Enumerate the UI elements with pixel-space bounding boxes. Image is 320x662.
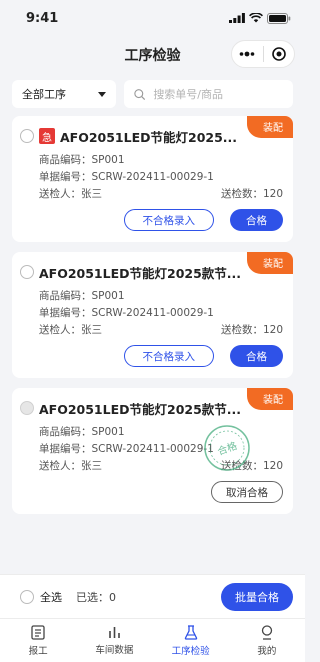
select-all-label: 全选 bbox=[40, 590, 62, 604]
product-code: 商品编码：SP001 bbox=[39, 290, 125, 302]
tab-label: 我的 bbox=[257, 645, 277, 657]
urgent-badge: 急 bbox=[39, 128, 55, 144]
bar-chart-icon bbox=[109, 627, 120, 638]
process-tag: 装配 bbox=[247, 388, 293, 410]
product-title: AFO2051LED节能灯2025款节... bbox=[39, 265, 242, 281]
qualified-stamp-icon: 合格 bbox=[204, 425, 250, 471]
doc-number: 单据编号：SCRW-202411-00029-1 bbox=[39, 307, 214, 319]
cancel-qualified-button[interactable]: 取消合格 bbox=[211, 481, 283, 503]
card-title-row: AFO2051LED节能灯2025款节... bbox=[20, 398, 283, 418]
card-actions: 不合格录入 合格 bbox=[20, 209, 283, 231]
card-actions: 取消合格 bbox=[20, 481, 283, 503]
card-title-row: 急 AFO2051LED节能灯2025... bbox=[20, 126, 283, 146]
stamp-text: 合格 bbox=[216, 439, 239, 458]
close-button[interactable] bbox=[264, 41, 295, 67]
nav-bar: 工序检验 bbox=[0, 36, 305, 74]
inspector: 送检人：张三 bbox=[39, 324, 102, 336]
inspect-qty: 送检数：120 bbox=[220, 324, 283, 336]
product-code: 商品编码：SP001 bbox=[39, 154, 125, 166]
search-icon bbox=[134, 88, 146, 100]
search-input[interactable] bbox=[153, 87, 283, 101]
more-dots-icon bbox=[239, 51, 255, 57]
target-close-icon bbox=[271, 47, 286, 61]
select-all-radio[interactable] bbox=[20, 589, 34, 604]
card-title-row: AFO2051LED节能灯2025款节... bbox=[20, 262, 283, 282]
tab-label: 工序检验 bbox=[171, 645, 210, 657]
card-actions: 不合格录入 合格 bbox=[20, 345, 283, 367]
inspector: 送检人：张三 bbox=[39, 460, 102, 472]
batch-qualified-button[interactable]: 批量合格 bbox=[221, 582, 293, 611]
inspector: 送检人：张三 bbox=[39, 188, 102, 200]
filter-row: 全部工序 bbox=[0, 74, 305, 110]
tab-label: 车间数据 bbox=[95, 645, 134, 656]
search-box[interactable] bbox=[124, 80, 293, 108]
select-all[interactable]: 全选 bbox=[20, 589, 62, 605]
bottom-action-bar: 全选 已选：0 批量合格 bbox=[0, 574, 305, 618]
tab-report[interactable]: 报工 bbox=[0, 619, 76, 662]
inspection-list: 装配 急 AFO2051LED节能灯2025... 商品编码：SP001 单据编… bbox=[0, 110, 305, 514]
inspection-card: 装配 AFO2051LED节能灯2025款节... 商品编码：SP001 单据编… bbox=[12, 252, 293, 378]
inspect-qty: 送检数：120 bbox=[220, 188, 283, 200]
tab-bar: 报工 车间数据 工序检验 我的 bbox=[0, 618, 305, 662]
qualified-button[interactable]: 合格 bbox=[230, 209, 283, 231]
report-icon bbox=[31, 624, 45, 640]
signal-icon bbox=[229, 13, 245, 23]
tab-mine[interactable]: 我的 bbox=[229, 619, 305, 662]
battery-icon bbox=[267, 12, 291, 24]
status-bar: 9:41 bbox=[0, 0, 305, 36]
card-info: 商品编码：SP001 单据编号：SCRW-202411-00029-1 送检人：… bbox=[20, 152, 283, 203]
product-title: AFO2051LED节能灯2025... bbox=[60, 129, 238, 145]
caret-down-icon bbox=[98, 91, 106, 97]
tab-label: 报工 bbox=[28, 645, 48, 657]
process-select[interactable]: 全部工序 bbox=[12, 80, 116, 108]
tab-process-inspection[interactable]: 工序检验 bbox=[153, 619, 229, 662]
page-title: 工序检验 bbox=[124, 48, 181, 64]
clock: 9:41 bbox=[26, 10, 59, 26]
flask-icon bbox=[184, 624, 197, 640]
qualified-button[interactable]: 合格 bbox=[230, 345, 283, 367]
select-radio-disabled bbox=[20, 401, 34, 415]
more-button[interactable] bbox=[232, 41, 263, 67]
tab-workshop-data[interactable]: 车间数据 bbox=[76, 619, 152, 662]
inspector-row: 送检人：张三 送检数：120 bbox=[39, 186, 283, 203]
unqualified-entry-button[interactable]: 不合格录入 bbox=[123, 209, 214, 231]
product-title: AFO2051LED节能灯2025款节... bbox=[39, 401, 242, 417]
process-tag: 装配 bbox=[247, 116, 293, 138]
process-select-value: 全部工序 bbox=[22, 88, 66, 101]
user-icon bbox=[261, 624, 273, 640]
mini-program-capsule bbox=[231, 40, 295, 68]
inspection-card: 装配 急 AFO2051LED节能灯2025... 商品编码：SP001 单据编… bbox=[12, 116, 293, 242]
wifi-icon bbox=[249, 13, 263, 23]
card-info: 商品编码：SP001 单据编号：SCRW-202411-00029-1 送检人：… bbox=[20, 288, 283, 339]
doc-number: 单据编号：SCRW-202411-00029-1 bbox=[39, 171, 214, 183]
inspector-row: 送检人：张三 送检数：120 bbox=[39, 322, 283, 339]
selected-count: 已选：0 bbox=[76, 590, 116, 604]
unqualified-entry-button[interactable]: 不合格录入 bbox=[123, 345, 214, 367]
process-tag: 装配 bbox=[247, 252, 293, 274]
select-radio[interactable] bbox=[20, 265, 34, 279]
status-icons bbox=[229, 12, 291, 24]
select-radio[interactable] bbox=[20, 129, 34, 143]
inspection-card: 装配 AFO2051LED节能灯2025款节... 合格 商品编码：SP001 … bbox=[12, 388, 293, 514]
